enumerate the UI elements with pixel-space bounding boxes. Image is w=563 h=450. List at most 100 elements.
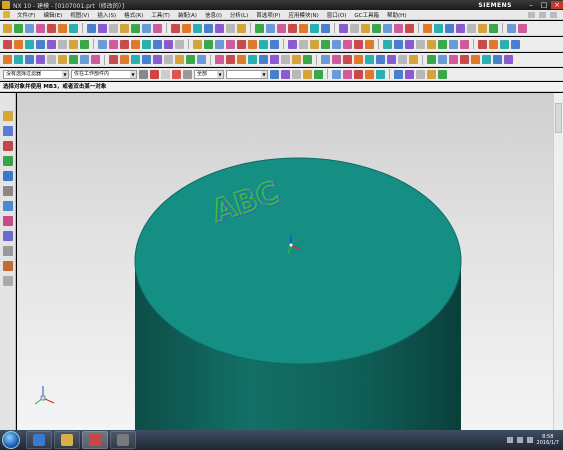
vertical-scrollbar[interactable] <box>553 93 563 430</box>
extra-dropdown[interactable]: ▼ <box>226 69 268 79</box>
tray-network-icon[interactable] <box>516 437 523 443</box>
tb2-tool-icon-13[interactable] <box>142 39 151 49</box>
tb3-tool-icon-6[interactable] <box>58 55 67 64</box>
tb1-tool-icon-26[interactable] <box>299 23 308 33</box>
system-materials-icon[interactable] <box>2 216 13 226</box>
menu-format[interactable]: 格式(R) <box>120 11 147 19</box>
menu-view[interactable]: 视图(V) <box>66 11 93 19</box>
tb2-tool-icon-31[interactable] <box>354 39 363 49</box>
filter-icon[interactable] <box>139 69 148 79</box>
tb1-tool-icon-6[interactable] <box>58 23 67 33</box>
tb2-tool-icon-22[interactable] <box>248 39 257 49</box>
tb3-tool-icon-7[interactable] <box>69 55 78 64</box>
tb4icons-tool-icon-11[interactable] <box>394 69 403 79</box>
tb2-tool-icon-37[interactable] <box>427 39 436 49</box>
tb1-tool-icon-35[interactable] <box>405 23 414 33</box>
tb4icons-tool-icon-3[interactable] <box>292 69 301 79</box>
tb1-tool-icon-10[interactable] <box>109 23 118 33</box>
tb2-tool-icon-25[interactable] <box>288 39 297 49</box>
tb3-tool-icon-1[interactable] <box>3 55 12 64</box>
tb4icons-tool-icon-12[interactable] <box>405 69 414 79</box>
tb3-tool-icon-25[interactable] <box>281 55 290 64</box>
system-clock[interactable]: 8:58 2016/1/7 <box>537 434 559 446</box>
tb3-tool-icon-16[interactable] <box>175 55 184 64</box>
tb1-tool-icon-25[interactable] <box>288 23 297 33</box>
tb3-tool-icon-37[interactable] <box>427 55 436 64</box>
tb3-tool-icon-5[interactable] <box>47 55 56 64</box>
tb1-tool-icon-33[interactable] <box>383 23 392 33</box>
tb4icons-tool-icon-14[interactable] <box>427 69 436 79</box>
tb3-tool-icon-31[interactable] <box>354 55 363 64</box>
tb3-tool-icon-13[interactable] <box>142 55 151 64</box>
tb3-tool-icon-11[interactable] <box>120 55 129 64</box>
feature-select-icon[interactable] <box>172 69 181 79</box>
menu-file[interactable]: 文件(F) <box>13 11 39 19</box>
tb1-tool-icon-37[interactable] <box>434 23 443 33</box>
tb2-tool-icon-33[interactable] <box>383 39 392 49</box>
doc-close-icon[interactable] <box>550 11 557 18</box>
tb1-tool-icon-7[interactable] <box>69 23 78 33</box>
tb3-tool-icon-41[interactable] <box>471 55 480 64</box>
tb1-tool-icon-30[interactable] <box>350 23 359 33</box>
menu-preferences[interactable]: 首选项(P) <box>252 11 284 19</box>
snap-mode-dropdown[interactable]: 全部 ▼ <box>194 69 224 79</box>
tb2-tool-icon-43[interactable] <box>500 39 509 49</box>
tb3-tool-icon-2[interactable] <box>14 55 23 64</box>
tb1-tool-icon-5[interactable] <box>47 23 56 33</box>
tb3-tool-icon-44[interactable] <box>504 55 513 64</box>
constraint-navigator-icon[interactable] <box>2 126 13 136</box>
tb1-tool-icon-43[interactable] <box>507 23 516 33</box>
tray-volume-icon[interactable] <box>526 437 533 443</box>
tb3-tool-icon-14[interactable] <box>153 55 162 64</box>
tb3-tool-icon-42[interactable] <box>482 55 491 64</box>
cylinder-top-face[interactable] <box>134 157 462 365</box>
tb2-tool-icon-20[interactable] <box>226 39 235 49</box>
tb1-tool-icon-2[interactable] <box>14 23 23 33</box>
menu-insert[interactable]: 插入(S) <box>93 11 120 19</box>
history-icon[interactable] <box>2 201 13 211</box>
tb3-tool-icon-3[interactable] <box>25 55 34 64</box>
tb2-tool-icon-8[interactable] <box>80 39 89 49</box>
reuse-library-icon[interactable] <box>2 156 13 166</box>
tb3-tool-icon-21[interactable] <box>237 55 246 64</box>
tb3-tool-icon-38[interactable] <box>438 55 447 64</box>
tb1-tool-icon-40[interactable] <box>467 23 476 33</box>
tb1-tool-icon-8[interactable] <box>87 23 96 33</box>
menu-tools[interactable]: 工具(T) <box>147 11 174 19</box>
tb4icons-tool-icon-10[interactable] <box>376 69 385 79</box>
menu-information[interactable]: 信息(I) <box>201 11 226 19</box>
tb1-tool-icon-14[interactable] <box>153 23 162 33</box>
tb2-tool-icon-41[interactable] <box>478 39 487 49</box>
tb3-tool-icon-22[interactable] <box>248 55 257 64</box>
tb2-tool-icon-4[interactable] <box>36 39 45 49</box>
tb3-tool-icon-20[interactable] <box>226 55 235 64</box>
tb1-tool-icon-42[interactable] <box>489 23 498 33</box>
tb1-tool-icon-34[interactable] <box>394 23 403 33</box>
tb1-tool-icon-36[interactable] <box>423 23 432 33</box>
tb4icons-tool-icon-15[interactable] <box>438 69 447 79</box>
tb1-tool-icon-11[interactable] <box>120 23 129 33</box>
tb3-tool-icon-23[interactable] <box>259 55 268 64</box>
tb2-tool-icon-38[interactable] <box>438 39 447 49</box>
tb4icons-tool-icon-2[interactable] <box>281 69 290 79</box>
start-menu-icon[interactable] <box>3 11 10 18</box>
tb3-tool-icon-15[interactable] <box>164 55 173 64</box>
tb1-tool-icon-24[interactable] <box>277 23 286 33</box>
tb3-tool-icon-30[interactable] <box>343 55 352 64</box>
tb3-tool-icon-39[interactable] <box>449 55 458 64</box>
tb1-tool-icon-32[interactable] <box>372 23 381 33</box>
tb1-tool-icon-4[interactable] <box>36 23 45 33</box>
tb1-tool-icon-39[interactable] <box>456 23 465 33</box>
tb1-tool-icon-38[interactable] <box>445 23 454 33</box>
menu-application[interactable]: 应用模块(N) <box>284 11 322 19</box>
tb2-tool-icon-3[interactable] <box>25 39 34 49</box>
tb3-tool-icon-24[interactable] <box>270 55 279 64</box>
tb2-tool-icon-36[interactable] <box>416 39 425 49</box>
tb3-tool-icon-17[interactable] <box>186 55 195 64</box>
tb2-tool-icon-21[interactable] <box>237 39 246 49</box>
tb2-tool-icon-17[interactable] <box>193 39 202 49</box>
process-studio-icon[interactable] <box>2 231 13 241</box>
tb1-tool-icon-19[interactable] <box>215 23 224 33</box>
web-browser-icon[interactable] <box>2 186 13 196</box>
tb2-tool-icon-39[interactable] <box>449 39 458 49</box>
